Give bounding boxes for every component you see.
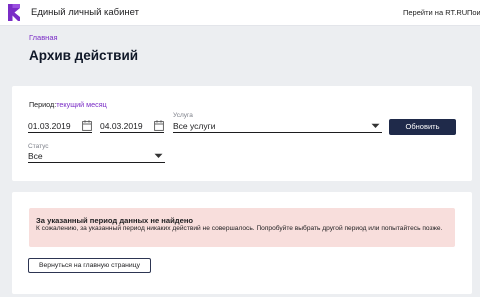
- calendar-icon[interactable]: [82, 120, 92, 131]
- go-to-rt-link[interactable]: Перейти на RT.RU: [403, 8, 467, 17]
- app-title: Единый личный кабинет: [31, 7, 139, 18]
- alert-title: За указанный период данных не найдено: [36, 216, 194, 225]
- breadcrumb-home[interactable]: Главная: [29, 33, 58, 42]
- calendar-icon[interactable]: [154, 120, 164, 131]
- page-title: Архив действий: [29, 48, 139, 63]
- chevron-down-icon: [371, 123, 380, 128]
- refresh-button[interactable]: Обновить: [389, 119, 456, 135]
- period-label: Период:: [29, 100, 57, 109]
- status-label: Статус: [28, 143, 49, 150]
- search-link[interactable]: Пои: [467, 8, 480, 17]
- back-to-home-button[interactable]: Вернуться на главную страницу: [28, 258, 151, 273]
- status-value: Все: [28, 151, 43, 161]
- alert-text: К сожалению, за указанный период никаких…: [36, 225, 443, 232]
- date-from-field[interactable]: 01.03.2019: [28, 120, 92, 133]
- date-to-field[interactable]: 04.03.2019: [100, 120, 164, 133]
- result-card: За указанный период данных не найдено К …: [12, 192, 472, 294]
- filter-card: Период:текущий месяц 01.03.2019 04.03.20…: [12, 86, 472, 181]
- period-link[interactable]: текущий месяц: [56, 100, 107, 109]
- rostelecom-logo[interactable]: [8, 4, 20, 21]
- period-selector: Период:текущий месяц: [29, 100, 107, 109]
- no-data-alert: За указанный период данных не найдено К …: [29, 208, 455, 247]
- top-bar: Единый личный кабинет Перейти на RT.RU П…: [0, 0, 480, 26]
- service-select[interactable]: Все услуги: [173, 120, 382, 133]
- chevron-down-icon: [154, 153, 163, 158]
- service-value: Все услуги: [173, 121, 216, 131]
- date-from-value: 01.03.2019: [28, 121, 71, 131]
- date-to-value: 04.03.2019: [100, 121, 143, 131]
- status-select[interactable]: Все: [28, 150, 165, 163]
- service-label: Услуга: [173, 112, 193, 119]
